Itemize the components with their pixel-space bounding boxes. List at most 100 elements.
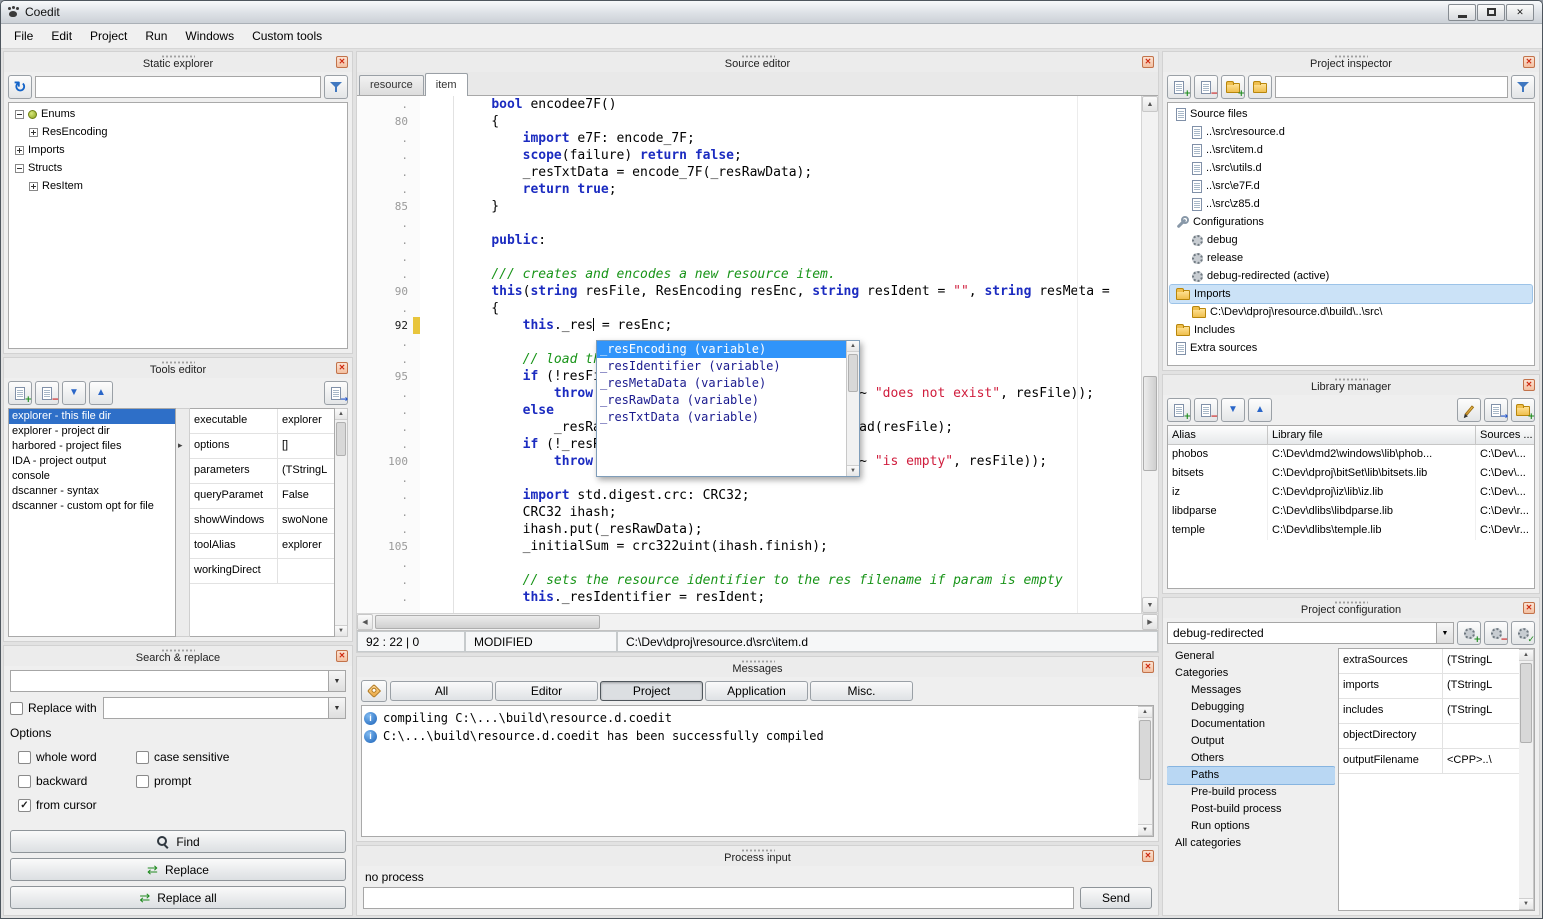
property-value[interactable]: explorer: [278, 409, 334, 434]
property-value[interactable]: <CPP>..\: [1443, 749, 1519, 774]
messages-scrollbar[interactable]: ▲▼: [1138, 706, 1153, 836]
filter-all[interactable]: All: [390, 681, 493, 701]
property-value[interactable]: [1443, 724, 1519, 749]
scroll-down-icon[interactable]: ▼: [1138, 824, 1152, 835]
filter-button[interactable]: [324, 75, 348, 99]
filter-misc[interactable]: Misc.: [810, 681, 913, 701]
panel-header[interactable]: Project inspector✕: [1163, 52, 1539, 72]
column-header[interactable]: Alias: [1168, 426, 1268, 444]
property-value[interactable]: (TStringL: [278, 459, 334, 484]
property-value[interactable]: explorer: [278, 534, 334, 559]
scrollbar-thumb[interactable]: [1143, 376, 1157, 471]
panel-header[interactable]: Process input✕: [357, 846, 1158, 866]
tool-list-item[interactable]: dscanner - syntax: [9, 484, 175, 499]
menu-item-project[interactable]: Project: [81, 26, 136, 46]
scrollbar-thumb[interactable]: [336, 422, 346, 456]
property-value[interactable]: swoNone: [278, 509, 334, 534]
configuration-combobox[interactable]: debug-redirected ▼: [1167, 622, 1454, 644]
tree-item[interactable]: debug-redirected (active): [1170, 267, 1532, 285]
add-folder-button[interactable]: +: [1221, 75, 1245, 99]
edit-library-button[interactable]: [1457, 398, 1481, 422]
drag-grip-icon[interactable]: [161, 649, 195, 652]
scroll-right-icon[interactable]: ▶: [1142, 614, 1158, 630]
scroll-up-icon[interactable]: ▲: [1519, 650, 1533, 661]
property-value[interactable]: (TStringL: [1443, 674, 1519, 699]
panel-header[interactable]: Tools editor✕: [4, 358, 352, 378]
dropdown-button[interactable]: ▼: [328, 671, 345, 691]
tree-item[interactable]: debug: [1170, 231, 1532, 249]
column-header[interactable]: Sources ...: [1476, 426, 1534, 444]
scroll-down-icon[interactable]: ▼: [335, 625, 347, 636]
drag-grip-icon[interactable]: [1334, 601, 1368, 604]
property-value[interactable]: (TStringL: [1443, 699, 1519, 724]
category-item[interactable]: Messages: [1167, 682, 1335, 699]
table-row[interactable]: izC:\Dev\dproj\iz\lib\iz.libC:\Dev\...: [1168, 483, 1534, 502]
filter-project[interactable]: Project: [600, 681, 703, 701]
panel-header[interactable]: Source editor✕: [357, 52, 1158, 72]
add-configuration-button[interactable]: +: [1457, 621, 1481, 645]
tool-list-item[interactable]: IDA - project output: [9, 454, 175, 469]
tree-item[interactable]: ResEncoding: [11, 123, 345, 141]
panel-close-button[interactable]: ✕: [1142, 850, 1154, 862]
panel-close-button[interactable]: ✕: [1523, 379, 1535, 391]
dropdown-button[interactable]: ▼: [1436, 623, 1453, 643]
scroll-down-icon[interactable]: ▼: [847, 465, 859, 476]
category-item[interactable]: Output: [1167, 733, 1335, 750]
tree-item[interactable]: ..\src\resource.d: [1170, 123, 1532, 141]
table-row[interactable]: bitsetsC:\Dev\dproj\bitSet\lib\bitsets.l…: [1168, 464, 1534, 483]
panel-header[interactable]: Project configuration✕: [1163, 598, 1539, 618]
completion-item[interactable]: _resTxtData (variable): [597, 409, 846, 426]
column-header[interactable]: Library file: [1268, 426, 1476, 444]
close-button[interactable]: ✕: [1506, 4, 1534, 21]
replace-input[interactable]: [104, 698, 328, 718]
clear-messages-button[interactable]: [361, 680, 387, 702]
tree-item[interactable]: Configurations: [1170, 213, 1532, 231]
completion-item[interactable]: _resMetaData (variable): [597, 375, 846, 392]
expander-icon[interactable]: [15, 110, 24, 119]
category-item[interactable]: Others: [1167, 750, 1335, 767]
category-item[interactable]: Paths: [1167, 767, 1335, 784]
remove-tool-button[interactable]: −: [35, 381, 59, 405]
checkbox-from-cursor[interactable]: ✓from cursor: [18, 798, 136, 812]
expander-icon[interactable]: [15, 146, 24, 155]
tree-item[interactable]: Extra sources: [1170, 339, 1532, 357]
panel-close-button[interactable]: ✕: [1523, 602, 1535, 614]
completion-item[interactable]: _resRawData (variable): [597, 392, 846, 409]
tree-item[interactable]: ..\src\z85.d: [1170, 195, 1532, 213]
tree-item[interactable]: Source files: [1170, 105, 1532, 123]
property-value[interactable]: (TStringL: [1443, 649, 1519, 674]
checkbox-box[interactable]: [136, 775, 149, 788]
inspector-filter-input[interactable]: [1275, 76, 1508, 98]
scrollbar-thumb[interactable]: [848, 354, 858, 392]
find-button[interactable]: Find: [10, 830, 346, 853]
completion-item[interactable]: _resEncoding (variable): [597, 341, 846, 358]
expander-icon[interactable]: [29, 182, 38, 191]
library-from-folder-button[interactable]: +: [1511, 398, 1535, 422]
scrollbar-thumb[interactable]: [1520, 663, 1532, 743]
checkbox-box[interactable]: [18, 751, 31, 764]
export-tools-button[interactable]: →: [324, 381, 348, 405]
category-item[interactable]: General: [1167, 648, 1335, 665]
table-row[interactable]: phobosC:\Dev\dmd2\windows\lib\phob...C:\…: [1168, 445, 1534, 464]
tree-item[interactable]: ..\src\utils.d: [1170, 159, 1532, 177]
maximize-button[interactable]: [1477, 4, 1505, 21]
completion-item[interactable]: _resIdentifier (variable): [597, 358, 846, 375]
replace-all-button[interactable]: ⇄Replace all: [10, 886, 346, 909]
category-item[interactable]: Debugging: [1167, 699, 1335, 716]
menu-item-edit[interactable]: Edit: [42, 26, 81, 46]
drag-grip-icon[interactable]: [161, 361, 195, 364]
panel-close-button[interactable]: ✕: [336, 362, 348, 374]
checkbox-prompt[interactable]: prompt: [136, 774, 346, 788]
expander-icon[interactable]: [15, 164, 24, 173]
table-row[interactable]: libdparseC:\Dev\dlibs\libdparse.libC:\De…: [1168, 502, 1534, 521]
tree-item[interactable]: ResItem: [11, 177, 345, 195]
tree-item[interactable]: Imports: [1170, 285, 1532, 303]
refresh-button[interactable]: ↻: [8, 75, 32, 99]
tree-item[interactable]: ..\src\item.d: [1170, 141, 1532, 159]
panel-header[interactable]: Messages✕: [357, 657, 1158, 677]
move-tool-down-button[interactable]: ▼: [62, 381, 86, 405]
tree-item[interactable]: ..\src\e7F.d: [1170, 177, 1532, 195]
panel-close-button[interactable]: ✕: [1523, 56, 1535, 68]
library-from-file-button[interactable]: →: [1484, 398, 1508, 422]
clone-configuration-button[interactable]: ✓: [1511, 621, 1535, 645]
